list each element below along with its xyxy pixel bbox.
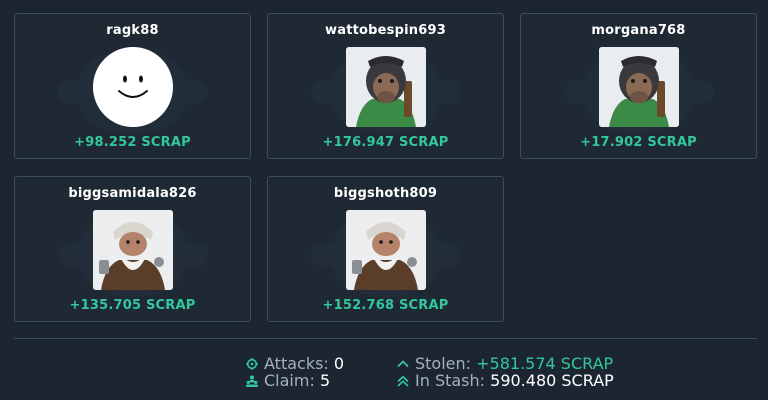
- ape-avatar: [345, 47, 426, 127]
- divider: [14, 338, 757, 339]
- player-name: wattobespin693: [325, 23, 446, 38]
- smiley-face-icon: [92, 47, 173, 127]
- double-chevron-up-icon: [397, 375, 409, 387]
- claim-value: 5: [319, 371, 331, 390]
- player-name: biggshoth809: [333, 186, 438, 201]
- gnome-portrait-icon: [345, 210, 426, 290]
- player-name: ragk88: [106, 23, 159, 38]
- scrap-amount: +176.947 SCRAP: [322, 135, 449, 150]
- player-name: biggsamidala826: [68, 186, 197, 201]
- users-icon: [246, 375, 258, 387]
- player-card-ragk88[interactable]: ragk88 +98.252 SCRAP: [14, 13, 251, 159]
- gnome-avatar: [92, 210, 173, 290]
- gnome-avatar: [345, 210, 426, 290]
- scrap-amount: +135.705 SCRAP: [69, 298, 196, 313]
- ape-portrait-icon: [345, 47, 426, 127]
- scrap-amount: +152.768 SCRAP: [322, 298, 449, 313]
- chevron-up-icon: [397, 360, 409, 367]
- player-card-morgana768[interactable]: morgana768 +17.902 SCRAP: [520, 13, 757, 159]
- stash-value: 590.480 SCRAP: [490, 371, 614, 390]
- player-card-biggsamidala826[interactable]: biggsamidala826 +135.705 SCRAP: [14, 176, 251, 322]
- scrap-amount: +17.902 SCRAP: [580, 135, 697, 150]
- scrap-amount: +98.252 SCRAP: [74, 135, 191, 150]
- player-card-biggshoth809[interactable]: biggshoth809 +152.768 SCRAP: [267, 176, 504, 322]
- player-name: morgana768: [591, 23, 686, 38]
- stash-label: In Stash:: [415, 371, 486, 390]
- claim-label: Claim:: [264, 371, 315, 390]
- ape-avatar: [598, 47, 679, 127]
- ape-portrait-icon: [598, 47, 679, 127]
- attacks-value: 0: [333, 354, 345, 373]
- player-card-wattobespin693[interactable]: wattobespin693 +176.947 SCRAP: [267, 13, 504, 159]
- gnome-portrait-icon: [92, 210, 173, 290]
- crosshair-icon: [246, 358, 258, 370]
- smiley-avatar: [92, 47, 173, 127]
